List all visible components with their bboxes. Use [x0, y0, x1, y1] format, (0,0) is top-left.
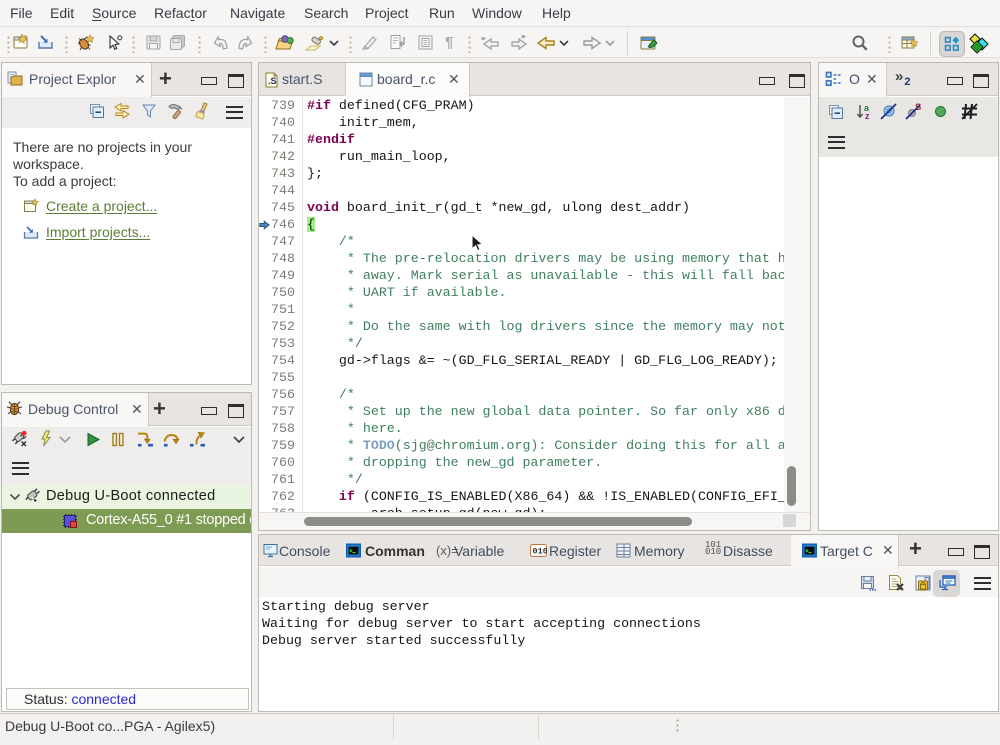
svg-text:.S: .S [268, 76, 277, 86]
svg-text:010: 010 [533, 547, 548, 557]
svg-text:z: z [865, 111, 870, 121]
